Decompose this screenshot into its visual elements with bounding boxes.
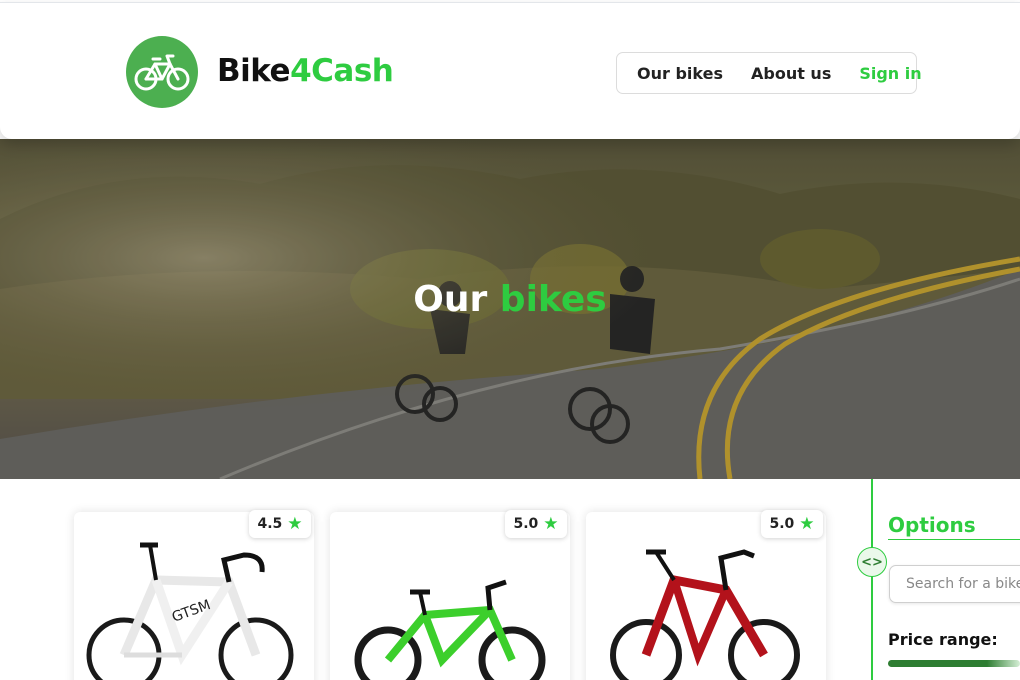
hero-title-white: Our [413,279,488,320]
star-icon: ★ [799,513,815,534]
price-range-slider[interactable] [888,660,1020,667]
code-brackets-icon: <> [861,554,883,570]
brand-part-1: Bike [217,53,291,89]
star-icon: ★ [287,513,303,534]
search-input[interactable]: Search for a bike [889,565,1020,603]
product-card[interactable]: 4.5 ★ GTSM [74,510,314,680]
rating-value: 5.0 [513,516,539,532]
hero-title-green: bikes [499,279,607,320]
logo[interactable] [126,36,198,108]
hero-title: Our bikes [0,279,1020,320]
bike-image [354,579,546,680]
star-icon: ★ [543,513,559,534]
bike-image: GTSM [86,542,294,680]
rating-value: 4.5 [257,516,283,532]
nav-sign-in[interactable]: Sign in [859,64,921,83]
rating-value: 5.0 [769,516,795,532]
brand-name[interactable]: Bike4Cash [217,53,394,89]
nav-about-us[interactable]: About us [751,64,831,83]
rating-badge: 4.5 ★ [249,510,311,538]
product-card[interactable]: 5.0 ★ [586,510,826,680]
hero-banner: Our bikes [0,139,1020,479]
page: Bike4Cash Our bikes About us Sign in Our… [0,0,1020,680]
site-header: Bike4Cash Our bikes About us Sign in [0,2,1020,139]
price-range-label: Price range: [888,630,998,649]
product-card[interactable]: 5.0 ★ [330,510,570,680]
main-nav: Our bikes About us Sign in [616,52,922,94]
bicycle-icon [134,54,190,91]
sidebar-divider [871,479,873,680]
bike-image [610,549,800,680]
options-title: Options [888,513,976,537]
brand-part-2: 4Cash [290,53,394,89]
nav-our-bikes[interactable]: Our bikes [637,64,723,83]
rating-badge: 5.0 ★ [505,510,567,538]
options-underline [888,539,1020,540]
sidebar-toggle[interactable]: <> [857,547,887,577]
rating-badge: 5.0 ★ [761,510,823,538]
